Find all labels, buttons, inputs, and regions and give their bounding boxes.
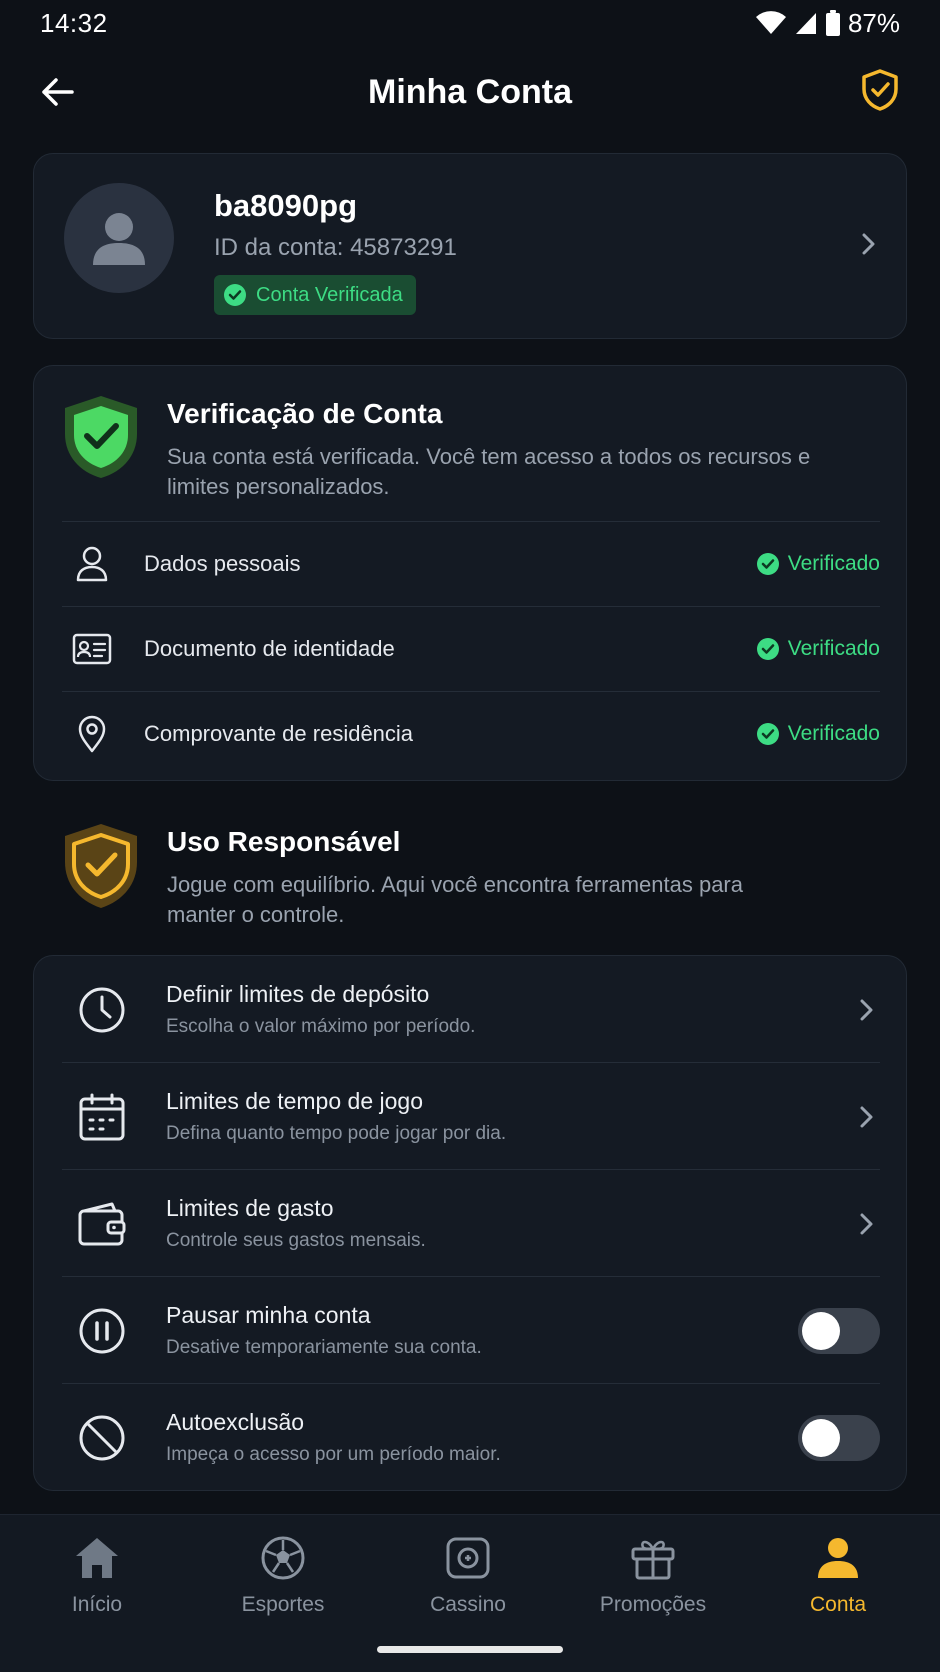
tool-row-deposit-limits[interactable]: Definir limites de depósito Escolha o va… xyxy=(62,956,880,1063)
toggle-knob xyxy=(802,1418,840,1457)
nav-label: Conta xyxy=(809,1593,867,1616)
signal-icon xyxy=(795,13,816,34)
pause-icon xyxy=(79,1308,125,1353)
shield-responsible-icon xyxy=(65,824,137,908)
calendar-icon xyxy=(79,1093,125,1140)
tool-title: Pausar minha conta xyxy=(166,1302,371,1328)
nav-item-home[interactable]: Início xyxy=(17,1533,177,1633)
app-header: Minha Conta xyxy=(0,46,940,138)
tool-title: Definir limites de depósito xyxy=(166,981,430,1007)
verification-card: Verificação de Conta Sua conta está veri… xyxy=(33,365,907,781)
verification-status: Verificado xyxy=(756,637,880,661)
verification-status: Verificado xyxy=(756,722,880,746)
tool-subtitle: Controle seus gastos mensais. xyxy=(166,1230,426,1251)
chevron-right-icon xyxy=(860,1106,873,1127)
check-circle-icon xyxy=(756,638,779,660)
tool-row-play-time-limits[interactable]: Limites de tempo de jogo Defina quanto t… xyxy=(62,1063,880,1170)
tool-title: Autoexclusão xyxy=(166,1409,305,1435)
avatar xyxy=(64,183,174,293)
nav-item-sports[interactable]: Esportes xyxy=(203,1533,363,1633)
verification-status-label: Verificado xyxy=(787,637,880,660)
wifi-icon xyxy=(755,11,786,34)
soccer-ball-icon xyxy=(261,1536,305,1580)
tool-row-pause-account: Pausar minha conta Desative temporariame… xyxy=(62,1277,880,1384)
pause-account-toggle[interactable] xyxy=(798,1307,880,1354)
nav-label: Promoções xyxy=(599,1593,707,1616)
gift-icon xyxy=(631,1540,675,1580)
verification-description: Sua conta está verificada. Você tem aces… xyxy=(167,444,811,499)
shield-check-icon[interactable] xyxy=(860,68,900,112)
casino-chip-icon xyxy=(446,1537,490,1579)
tool-row-spending-limits[interactable]: Limites de gasto Controle seus gastos me… xyxy=(62,1170,880,1277)
verified-badge-label: Conta Verificada xyxy=(256,283,403,306)
wallet-icon xyxy=(78,1202,126,1245)
tool-title: Limites de tempo de jogo xyxy=(166,1088,423,1114)
check-circle-icon xyxy=(756,553,779,575)
verification-status-label: Verificado xyxy=(787,552,880,575)
tool-subtitle: Desative temporariamente sua conta. xyxy=(166,1337,482,1358)
location-pin-icon xyxy=(78,715,106,753)
battery-level: 87% xyxy=(847,7,900,38)
chevron-right-icon xyxy=(862,233,875,255)
tool-title: Limites de gasto xyxy=(166,1195,334,1221)
verification-row-label: Documento de identidade xyxy=(144,636,395,661)
responsible-description: Jogue com equilíbrio. Aqui você encontra… xyxy=(167,872,743,927)
status-bar: 14:32 87% xyxy=(0,0,940,46)
tool-subtitle: Impeça o acesso por um período maior. xyxy=(166,1444,501,1465)
battery-icon xyxy=(825,10,840,36)
user-icon xyxy=(818,1538,858,1578)
nav-item-promotions[interactable]: Promoções xyxy=(573,1533,733,1633)
check-circle-icon xyxy=(224,284,246,306)
verified-badge: Conta Verificada xyxy=(214,275,416,315)
nav-label: Cassino xyxy=(430,1593,506,1616)
verification-row-personal: Dados pessoais Verificado xyxy=(62,522,880,606)
tool-subtitle: Defina quanto tempo pode jogar por dia. xyxy=(166,1123,507,1144)
verification-row-label: Comprovante de residência xyxy=(144,721,414,746)
home-indicator xyxy=(377,1646,563,1653)
check-circle-icon xyxy=(756,723,779,745)
nav-item-account[interactable]: Conta xyxy=(758,1533,918,1633)
chevron-right-icon xyxy=(860,999,873,1020)
page-title: Minha Conta xyxy=(368,72,572,111)
verification-title: Verificação de Conta xyxy=(167,398,443,429)
username: ba8090pg xyxy=(214,188,358,223)
verification-status-label: Verificado xyxy=(787,722,880,745)
home-icon xyxy=(76,1538,118,1578)
tool-subtitle: Escolha o valor máximo por período. xyxy=(166,1016,476,1037)
clock-icon xyxy=(79,987,125,1032)
profile-card[interactable]: ba8090pg ID da conta: 45873291 Conta Ver… xyxy=(33,153,907,339)
self-exclusion-toggle[interactable] xyxy=(798,1414,880,1461)
block-icon xyxy=(79,1415,125,1460)
verification-status: Verificado xyxy=(756,552,880,576)
back-arrow-icon[interactable] xyxy=(38,72,78,112)
nav-label: Início xyxy=(71,1593,123,1616)
responsible-tools-card: Definir limites de depósito Escolha o va… xyxy=(33,955,907,1491)
nav-label: Esportes xyxy=(241,1593,325,1616)
status-icons: 87% xyxy=(755,7,900,39)
verification-row-label: Dados pessoais xyxy=(144,551,301,576)
verification-row-identity: Documento de identidade Verificado xyxy=(62,607,880,691)
status-time: 14:32 xyxy=(40,7,108,38)
responsible-title: Uso Responsável xyxy=(167,826,401,857)
nav-item-casino[interactable]: Cassino xyxy=(388,1533,548,1633)
user-placeholder-icon xyxy=(93,213,145,265)
toggle-knob xyxy=(802,1311,840,1350)
verification-row-residence: Comprovante de residência Verificado xyxy=(62,692,880,776)
shield-verified-icon xyxy=(65,396,137,478)
tool-row-self-exclusion: Autoexclusão Impeça o acesso por um perí… xyxy=(62,1384,880,1491)
person-icon xyxy=(76,546,108,582)
id-card-icon xyxy=(72,633,112,665)
chevron-right-icon xyxy=(860,1213,873,1234)
account-id: ID da conta: 45873291 xyxy=(214,234,457,261)
